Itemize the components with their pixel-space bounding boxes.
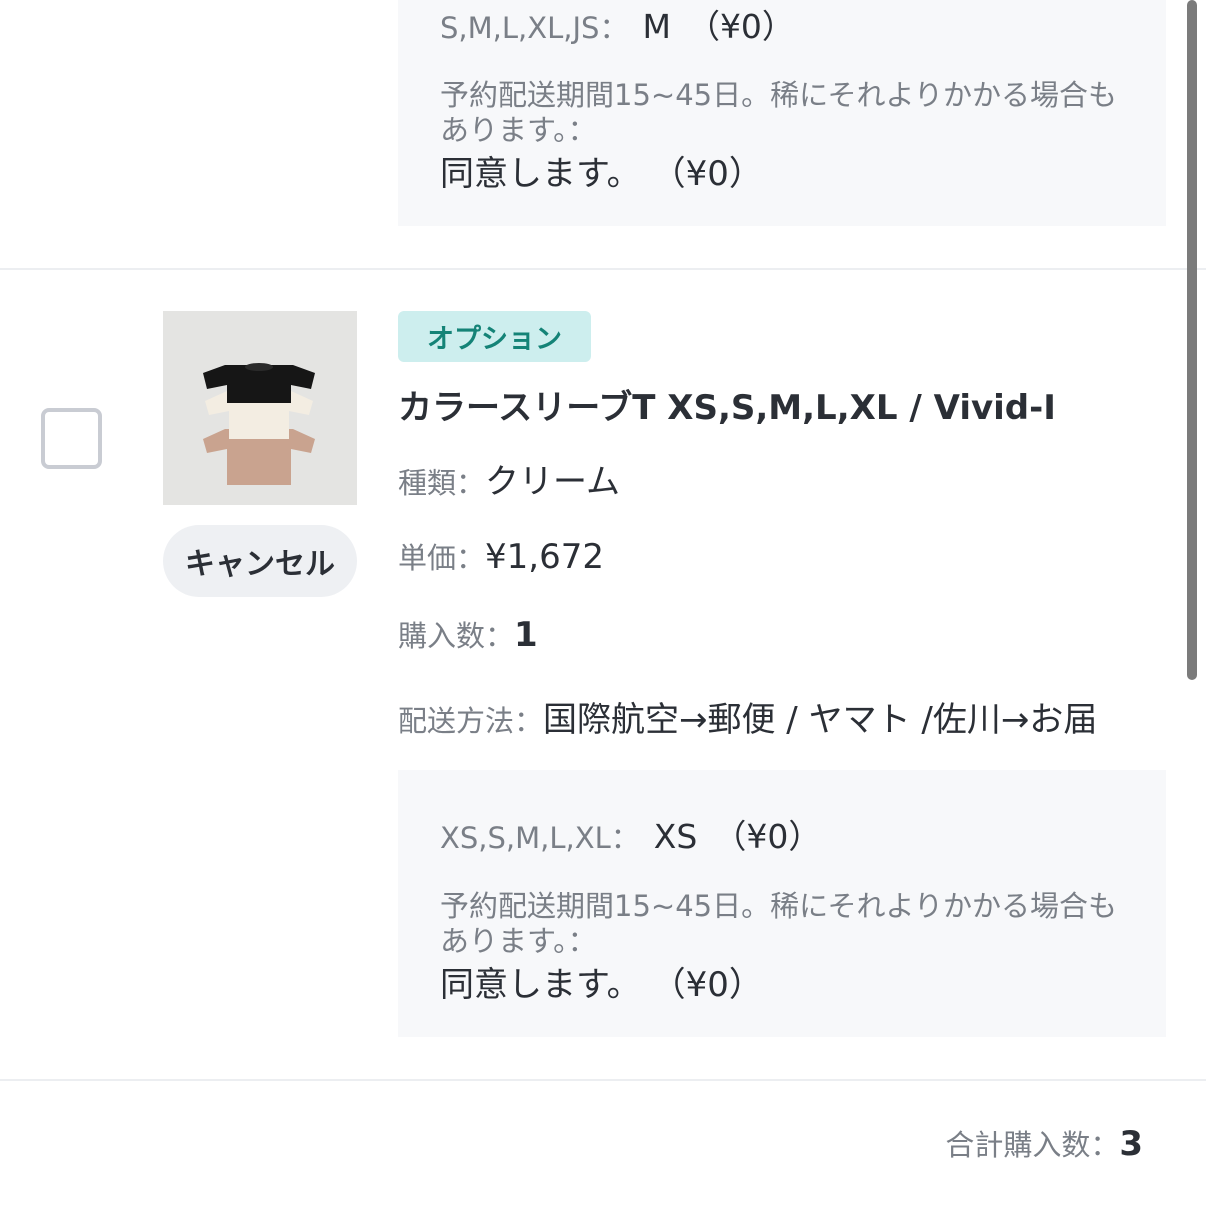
option-agree-row: 同意します。 （¥0） [440,957,763,1006]
product-name[interactable]: カラースリーブT XS,S,M,L,XL / Vivid-I [398,380,1056,429]
option-size-row: S,M,L,XL,JS： M （¥0） [440,0,795,48]
divider [0,1079,1206,1081]
total-quantity-value: 3 [1119,1124,1143,1164]
scrollbar[interactable] [1187,0,1197,680]
option-note: 予約配送期間15~45日。稀にそれよりかかる場合もあります。： [440,889,1117,958]
total-quantity: 合計購入数：3 [945,1122,1143,1164]
option-agree-price: （¥0） [668,965,763,1005]
shipping-row: 配送方法：国際航空→郵便 / ヤマト /佐川→お届 [398,692,1097,741]
option-size-price: （¥0） [686,7,795,46]
type-value: クリーム [485,462,620,502]
unit-price-row: 単価：¥1,672 [398,535,604,577]
option-size-price: （¥0） [713,817,822,856]
divider [0,268,1206,270]
option-agree-value: 同意します。 [440,154,641,194]
product-thumbnail[interactable] [163,311,357,505]
type-label: 種類： [398,466,486,500]
option-size-label: S,M,L,XL,JS： [440,11,629,45]
quantity-value: 1 [514,615,538,655]
option-note: 予約配送期間15~45日。稀にそれよりかかる場合もあります。： [440,78,1117,147]
option-box-previous: S,M,L,XL,JS： M （¥0） 予約配送期間15~45日。稀にそれよりかかる… [398,0,1166,226]
option-box: XS,S,M,L,XL： XS （¥0） 予約配送期間15~45日。稀にそれよりかか… [398,770,1166,1037]
cart-page: S,M,L,XL,JS： M （¥0） 予約配送期間15~45日。稀にそれよりかかる… [0,0,1206,1206]
product-image [163,311,357,505]
option-size-row: XS,S,M,L,XL： XS （¥0） [440,810,821,858]
option-size-value: M [642,7,671,46]
cancel-button[interactable]: キャンセル [163,525,357,597]
quantity-row: 購入数：1 [398,613,538,655]
option-size-value: XS [653,817,698,856]
option-agree-value: 同意します。 [440,965,641,1005]
option-agree-price: （¥0） [668,154,763,194]
option-badge: オプション [398,311,591,362]
option-size-label: XS,S,M,L,XL： [440,821,640,855]
unit-price-value: ¥1,672 [485,537,604,577]
option-agree-row: 同意します。 （¥0） [440,146,763,195]
shipping-label: 配送方法： [398,704,544,738]
type-row: 種類：クリーム [398,454,620,503]
total-quantity-label: 合計購入数： [945,1128,1120,1162]
quantity-label: 購入数： [398,619,515,653]
shipping-value: 国際航空→郵便 / ヤマト /佐川→お届 [543,700,1098,740]
item-select-checkbox[interactable] [41,408,102,469]
unit-price-label: 単価： [398,541,486,575]
